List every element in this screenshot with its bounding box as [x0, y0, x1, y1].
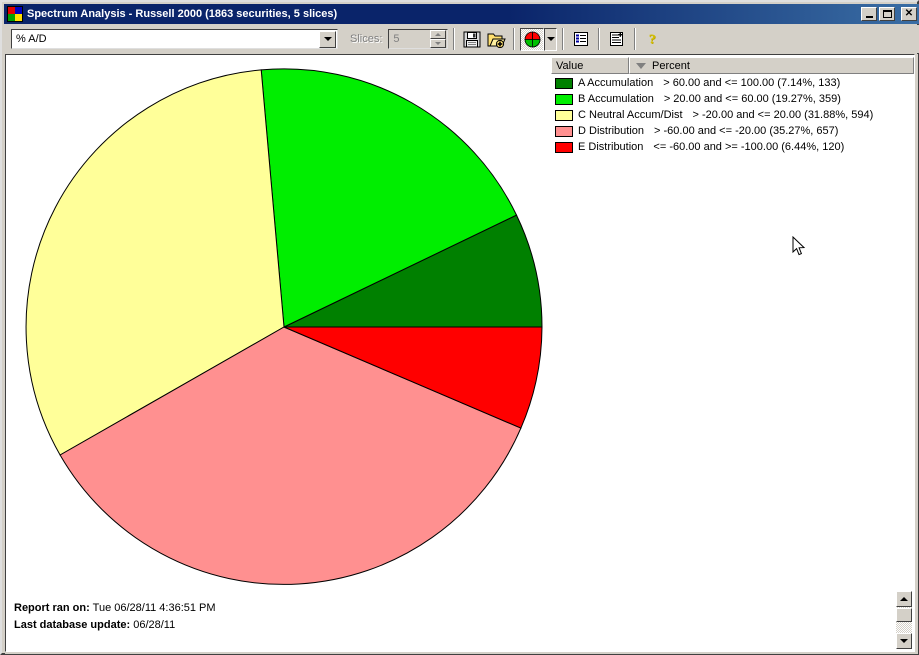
legend-column-percent-label: Percent [652, 59, 690, 72]
help-button[interactable]: ? ? [641, 27, 666, 51]
report-ran-line: Report ran on: Tue 06/28/11 4:36:51 PM [14, 600, 216, 617]
legend: Value Percent A Accumulation > 60.00 and… [551, 57, 914, 157]
floppy-disk-icon [463, 31, 481, 47]
toolbar-separator [513, 28, 516, 50]
toolbar-separator [598, 28, 601, 50]
legend-column-percent[interactable]: Percent [629, 57, 914, 74]
toolbar-separator [634, 28, 637, 50]
chart-type-button[interactable] [520, 27, 545, 51]
legend-label-b: B Accumulation [578, 93, 654, 105]
save-button[interactable] [460, 27, 485, 51]
chevron-down-icon [900, 639, 908, 643]
vertical-scrollbar[interactable] [896, 591, 912, 649]
legend-label-a: A Accumulation [578, 77, 654, 89]
legend-label-c: C Neutral Accum/Dist [578, 109, 683, 121]
report-add-icon [610, 32, 624, 46]
minimize-icon [865, 15, 873, 18]
legend-range-d: > -60.00 and <= -20.00 (35.27%, 657) [654, 125, 839, 137]
slices-value: 5 [393, 33, 400, 45]
report-ran-label: Report ran on: [14, 602, 90, 614]
application-window: Spectrum Analysis - Russell 2000 (1863 s… [0, 0, 919, 655]
pie-chart-icon [7, 6, 23, 22]
maximize-icon [882, 10, 892, 18]
slices-label: Slices: [350, 33, 383, 45]
legend-label-e: E Distribution [578, 141, 644, 153]
report-ran-value: Tue 06/28/11 4:36:51 PM [92, 602, 216, 614]
legend-range-b: > 20.00 and <= 60.00 (19.27%, 359) [663, 93, 841, 105]
list-item[interactable]: D Distribution > -60.00 and <= -20.00 (3… [551, 123, 914, 139]
client-area: Value Percent A Accumulation > 60.00 and… [5, 54, 918, 654]
list-item[interactable]: E Distribution <= -60.00 and >= -100.00 … [551, 139, 914, 155]
metric-select[interactable]: % A/D [11, 29, 338, 49]
scrollbar-thumb[interactable] [896, 608, 912, 622]
legend-range-c: > -20.00 and <= 20.00 (31.88%, 594) [692, 109, 874, 121]
pie-chart-icon [524, 31, 541, 47]
legend-swatch-e [555, 141, 573, 153]
toolbar-separator [453, 28, 456, 50]
open-folder-icon [487, 33, 506, 48]
slices-stepper[interactable]: 5 [388, 29, 449, 49]
chart-type-dropdown[interactable] [544, 27, 558, 51]
open-button[interactable] [484, 27, 509, 51]
scroll-up-button[interactable] [896, 591, 912, 607]
chart-pane: Value Percent A Accumulation > 60.00 and… [5, 54, 915, 652]
slices-decrement-button[interactable] [430, 39, 447, 48]
legend-rows: A Accumulation > 60.00 and <= 100.00 (7.… [551, 75, 914, 155]
window-controls: ✕ [861, 7, 917, 21]
legend-swatch-c [555, 109, 573, 121]
pie-chart-svg [25, 68, 543, 585]
toolbar: % A/D Slices: 5 ? ? [4, 25, 919, 53]
close-icon: ✕ [904, 8, 914, 19]
maximize-button[interactable] [879, 7, 895, 21]
slices-stepper-buttons[interactable] [430, 30, 447, 48]
svg-text:?: ? [649, 32, 656, 47]
list-item[interactable]: B Accumulation > 20.00 and <= 60.00 (19.… [551, 91, 914, 107]
chevron-up-icon [900, 597, 908, 601]
minimize-button[interactable] [861, 7, 877, 21]
legend-column-value[interactable]: Value [551, 57, 629, 74]
list-icon [574, 32, 589, 46]
pie-chart[interactable] [6, 55, 566, 600]
report-button[interactable] [605, 27, 630, 51]
legend-range-a: > 60.00 and <= 100.00 (7.14%, 133) [663, 77, 841, 89]
database-update-value: 06/28/11 [133, 619, 176, 631]
metric-select-value: % A/D [16, 33, 47, 45]
legend-header: Value Percent [551, 57, 914, 74]
question-mark-icon: ? ? [649, 32, 657, 47]
window-title: Spectrum Analysis - Russell 2000 (1863 s… [27, 8, 338, 20]
close-button[interactable]: ✕ [901, 7, 917, 21]
chevron-down-icon[interactable] [319, 30, 336, 48]
report-footer: Report ran on: Tue 06/28/11 4:36:51 PM L… [14, 600, 216, 634]
toolbar-separator [562, 28, 565, 50]
title-bar: Spectrum Analysis - Russell 2000 (1863 s… [4, 4, 919, 24]
database-update-line: Last database update: 06/28/11 [14, 617, 216, 634]
legend-swatch-d [555, 125, 573, 137]
sort-descending-icon [636, 62, 646, 69]
legend-label-d: D Distribution [578, 125, 645, 137]
list-view-button[interactable] [569, 27, 594, 51]
list-item[interactable]: A Accumulation > 60.00 and <= 100.00 (7.… [551, 75, 914, 91]
scroll-down-button[interactable] [896, 633, 912, 649]
legend-range-e: <= -60.00 and >= -100.00 (6.44%, 120) [653, 141, 845, 153]
legend-column-value-label: Value [556, 59, 584, 72]
legend-swatch-b [555, 93, 573, 105]
slices-increment-button[interactable] [430, 30, 447, 39]
database-update-label: Last database update: [14, 619, 131, 631]
legend-swatch-a [555, 77, 573, 89]
list-item[interactable]: C Neutral Accum/Dist > -20.00 and <= 20.… [551, 107, 914, 123]
